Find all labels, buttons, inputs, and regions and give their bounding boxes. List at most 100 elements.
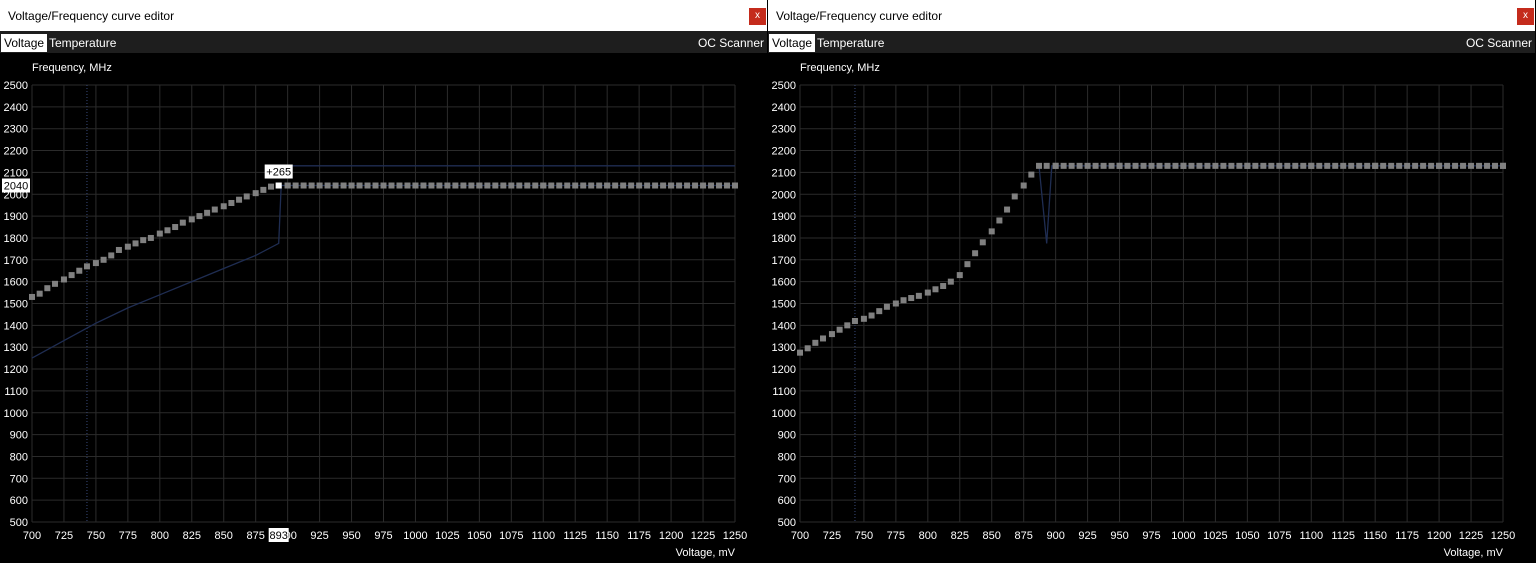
curve-point <box>404 182 411 189</box>
y-tick-label: 1400 <box>772 320 796 332</box>
curve-point <box>132 240 139 247</box>
curve-point <box>156 230 163 237</box>
curve-point <box>380 182 387 189</box>
curve-point <box>580 182 587 189</box>
x-tick-label: 1150 <box>1363 530 1387 542</box>
y-tick-label: 2400 <box>772 102 796 114</box>
y-tick-label: 1200 <box>4 364 28 376</box>
curve-point <box>915 292 922 299</box>
y-tick-label: 1900 <box>4 211 28 223</box>
close-button[interactable]: x <box>1517 8 1534 25</box>
x-tick-label: 1150 <box>595 530 619 542</box>
curve-point <box>1132 162 1139 169</box>
tab-voltage[interactable]: Voltage <box>1 34 48 52</box>
curve-point <box>947 278 954 285</box>
curve-point <box>532 182 539 189</box>
x-tick-label: 1050 <box>467 530 491 542</box>
curve-point <box>1324 162 1331 169</box>
curve-point <box>1292 162 1299 169</box>
curve-point <box>1060 162 1067 169</box>
y-tick-label: 2100 <box>772 167 796 179</box>
curve-point <box>1396 162 1403 169</box>
curve-point <box>1028 171 1035 178</box>
x-tick-label: 900 <box>1046 530 1064 542</box>
curve-point <box>1116 162 1123 169</box>
curve-point <box>628 182 635 189</box>
curve-point <box>844 322 851 329</box>
curve-point <box>812 339 819 346</box>
curve-point <box>876 308 883 315</box>
curve-point <box>1244 162 1251 169</box>
tab-bar: Voltage Temperature OC Scanner <box>0 31 767 53</box>
reference-curve-line <box>1038 165 1503 244</box>
curve-point <box>1412 162 1419 169</box>
curve-editor-window-right: Voltage/Frequency curve editor x Voltage… <box>768 0 1535 563</box>
close-button[interactable]: x <box>749 8 766 25</box>
x-tick-label: 1200 <box>1427 530 1451 542</box>
curve-point <box>732 182 738 189</box>
curve-point <box>332 182 339 189</box>
x-tick-label: 1250 <box>723 530 747 542</box>
curve-point <box>428 182 435 189</box>
y-tick-label: 800 <box>778 451 796 463</box>
curve-point <box>940 283 947 290</box>
x-axis-title: Voltage, mV <box>676 547 736 559</box>
x-tick-label: 925 <box>1078 530 1096 542</box>
x-tick-label: 1000 <box>403 530 427 542</box>
curve-point <box>1420 162 1427 169</box>
x-tick-label: 975 <box>1142 530 1160 542</box>
curve-point <box>188 216 195 223</box>
curve-point <box>972 250 979 257</box>
curve-point <box>1124 162 1131 169</box>
tab-temperature[interactable]: Temperature <box>46 34 119 52</box>
curve-point <box>420 182 427 189</box>
tab-temperature[interactable]: Temperature <box>814 34 887 52</box>
x-tick-label: 1175 <box>1395 530 1419 542</box>
curve-point <box>268 183 275 190</box>
curve-point <box>1500 162 1506 169</box>
y-tick-label: 1500 <box>4 299 28 311</box>
curve-point <box>100 256 107 263</box>
curve-point <box>44 285 51 292</box>
x-tick-label: 1075 <box>1267 530 1291 542</box>
y-tick-label: 2500 <box>4 80 28 92</box>
window-title: Voltage/Frequency curve editor <box>776 9 943 23</box>
curve-point <box>1300 162 1307 169</box>
vf-curve-chart[interactable]: 500 600 700 800 900 1000 1100 1200 1300 1400 1500 1… <box>768 53 1535 563</box>
curve-point <box>252 190 259 197</box>
y-tick-label: 1100 <box>772 386 796 398</box>
curve-point <box>1196 162 1203 169</box>
curve-point <box>1252 162 1259 169</box>
curve-point <box>1348 162 1355 169</box>
y-tick-label: 2000 <box>772 189 796 201</box>
curve-point <box>900 297 907 304</box>
curve-point <box>804 345 811 352</box>
curve-point <box>556 182 563 189</box>
x-tick-label: 1125 <box>563 530 587 542</box>
curve-point <box>524 182 531 189</box>
offset-label: +265 <box>266 167 291 179</box>
voltage-readout: 893 <box>270 530 288 542</box>
curve-point <box>83 263 90 270</box>
curve-point <box>1172 162 1179 169</box>
x-tick-label: 1250 <box>1491 530 1515 542</box>
oc-scanner-button[interactable]: OC Scanner <box>698 34 764 52</box>
curve-point <box>1236 162 1243 169</box>
curve-point <box>36 290 43 297</box>
x-tick-label: 775 <box>119 530 137 542</box>
curve-point <box>1020 182 1027 189</box>
oc-scanner-button[interactable]: OC Scanner <box>1466 34 1532 52</box>
curve-point <box>1332 162 1339 169</box>
curve-point <box>147 234 154 241</box>
y-tick-label: 2400 <box>4 102 28 114</box>
curve-point <box>1004 206 1011 213</box>
y-tick-label: 1800 <box>4 233 28 245</box>
curve-point <box>820 335 827 342</box>
x-tick-label: 1025 <box>1203 530 1227 542</box>
curve-point <box>684 182 691 189</box>
tab-voltage[interactable]: Voltage <box>769 34 816 52</box>
vf-curve-chart[interactable]: 500 600 700 800 900 1000 1100 1200 1300 1400 1500 1… <box>0 53 767 563</box>
y-axis-title: Frequency, MHz <box>800 62 880 74</box>
curve-point <box>851 317 858 324</box>
x-tick-label: 700 <box>791 530 809 542</box>
